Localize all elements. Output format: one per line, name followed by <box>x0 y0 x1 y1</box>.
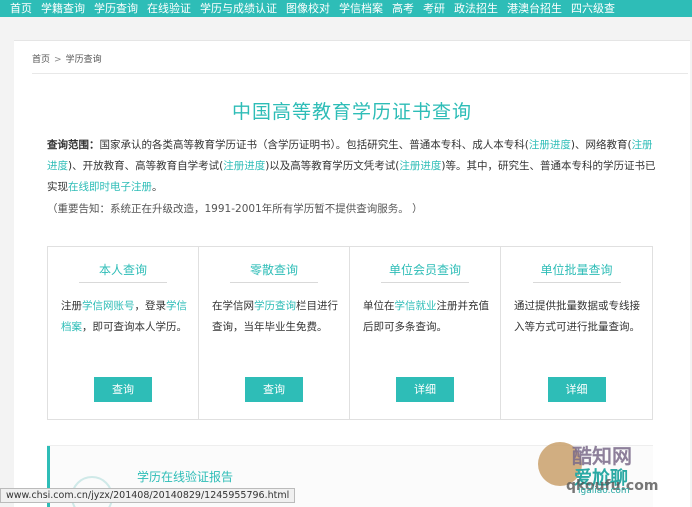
option-single-query: 零散查询 在学信网学历查询栏目进行查询，当年毕业生免费。 查询 <box>199 247 350 419</box>
option-text: ，即可查询本人学历。 <box>82 321 187 333</box>
nav-item-zhengfa[interactable]: 政法招生 <box>454 0 498 17</box>
breadcrumb-home[interactable]: 首页 <box>32 55 50 65</box>
nav-item-home[interactable]: 首页 <box>10 0 32 17</box>
single-query-button[interactable]: 查询 <box>245 377 303 402</box>
option-description: 注册学信网账号，登录学信档案，即可查询本人学历。 <box>61 296 187 338</box>
option-title: 单位批量查询 <box>540 263 613 277</box>
nav-item-cet[interactable]: 四六级查 <box>571 0 615 17</box>
query-options: 本人查询 注册学信网账号，登录学信档案，即可查询本人学历。 查询 零散查询 在学… <box>47 246 653 420</box>
chsi-account-link[interactable]: 学信网账号 <box>82 300 135 312</box>
scope-text: 。 <box>152 181 163 193</box>
scope-text: )、开放教育、高等教育自学考试( <box>68 160 224 172</box>
title-underline <box>532 282 621 283</box>
register-progress-link[interactable]: 注册进度 <box>529 139 571 151</box>
nav-item-kaoyan[interactable]: 考研 <box>423 0 445 17</box>
nav-item-xueji[interactable]: 学籍查询 <box>41 0 85 17</box>
option-text: 单位在 <box>363 300 395 312</box>
option-text: ，登录 <box>134 300 167 312</box>
page-title: 中国高等教育学历证书查询 <box>231 101 472 123</box>
option-description: 通过提供批量数据或专线接入等方式可进行批量查询。 <box>514 300 640 333</box>
title-underline <box>381 282 469 283</box>
nav-item-xueli[interactable]: 学历查询 <box>94 0 138 17</box>
option-description: 在学信网学历查询栏目进行查询，当年毕业生免费。 <box>212 296 338 338</box>
nav-item-image-check[interactable]: 图像校对 <box>286 0 330 17</box>
option-description: 单位在学信就业注册并充值后即可多条查询。 <box>363 296 489 338</box>
nav-item-archive[interactable]: 学信档案 <box>339 0 383 17</box>
nav-item-gaokao[interactable]: 高考 <box>392 0 414 17</box>
scope-text: )、网络教育( <box>570 139 632 151</box>
notice-text: （重要告知：系统正在升级改造，1991-2001年所有学历暂不提供查询服务。 ） <box>47 203 423 215</box>
register-progress-link[interactable]: 注册进度 <box>223 160 265 172</box>
option-text: 注册 <box>61 300 82 312</box>
breadcrumb: 首页 > 学历查询 <box>32 52 102 65</box>
top-nav: 首页 学籍查询 学历查询 在线验证 学历与成绩认证 图像校对 学信档案 高考 考… <box>0 0 692 17</box>
self-query-button[interactable]: 查询 <box>94 377 152 402</box>
watermark-text: igaliao.com <box>578 486 630 496</box>
chsi-job-link[interactable]: 学信就业 <box>395 300 437 312</box>
online-verify-report-link[interactable]: 学历在线验证报告 <box>137 468 233 485</box>
option-title: 本人查询 <box>98 263 147 277</box>
nav-item-online-verify[interactable]: 在线验证 <box>147 0 191 17</box>
scope-text: )以及高等教育学历文凭考试( <box>265 160 400 172</box>
scope-description: 查询范围：国家承认的各类高等教育学历证书（含学历证明书）。包括研究生、普通本专科… <box>47 135 657 198</box>
title-underline <box>79 282 167 283</box>
batch-detail-button[interactable]: 详细 <box>547 377 606 402</box>
online-register-link[interactable]: 在线即时电子注册 <box>68 181 152 193</box>
option-member-query: 单位会员查询 单位在学信就业注册并充值后即可多条查询。 详细 <box>350 247 501 419</box>
option-text: 在学信网 <box>212 300 254 312</box>
option-self-query: 本人查询 注册学信网账号，登录学信档案，即可查询本人学历。 查询 <box>48 247 199 419</box>
watermark: 酷知网 爱尬聊 qkoufu.com igaliao.com <box>520 436 690 498</box>
option-title: 单位会员查询 <box>388 263 461 277</box>
scope-text: 国家承认的各类高等教育学历证书（含学历证明书）。包括研究生、普通本专科、成人本专… <box>99 139 529 151</box>
option-title: 零散查询 <box>249 263 298 277</box>
member-detail-button[interactable]: 详细 <box>396 377 454 402</box>
breadcrumb-separator: > <box>54 55 62 65</box>
scope-label: 查询范围： <box>47 139 100 151</box>
nav-item-gangaotai[interactable]: 港澳台招生 <box>507 0 562 17</box>
divider <box>32 73 688 74</box>
degree-query-link[interactable]: 学历查询 <box>254 300 296 312</box>
nav-item-certification[interactable]: 学历与成绩认证 <box>200 0 277 17</box>
option-batch-query: 单位批量查询 通过提供批量数据或专线接入等方式可进行批量查询。 详细 <box>501 247 652 419</box>
status-bar-url: www.chsi.com.cn/jyzx/201408/20140829/124… <box>0 488 296 503</box>
breadcrumb-current: 学历查询 <box>65 55 102 65</box>
title-underline <box>230 282 318 283</box>
register-progress-link[interactable]: 注册进度 <box>399 160 441 172</box>
